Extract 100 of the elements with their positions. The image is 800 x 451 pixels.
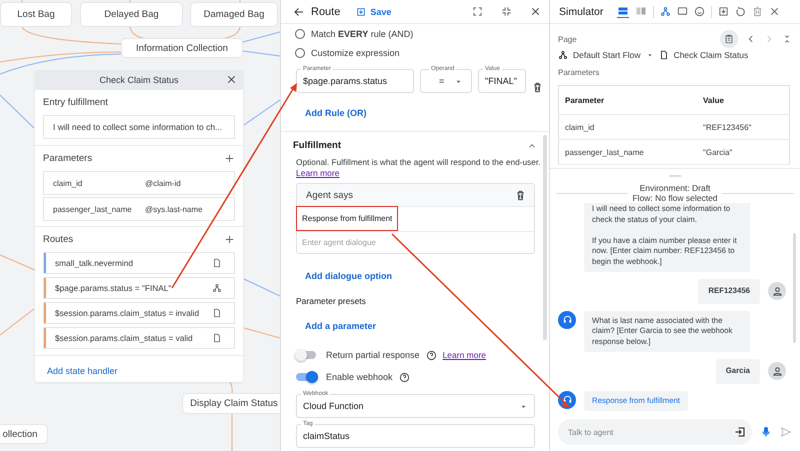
flow-icon xyxy=(558,50,568,60)
close-icon[interactable] xyxy=(530,6,541,17)
flow-icon xyxy=(212,283,222,293)
add-icon[interactable] xyxy=(224,153,235,164)
connector-line xyxy=(0,94,34,128)
layout-icon[interactable] xyxy=(617,5,630,18)
flow-node[interactable]: Information Collection xyxy=(121,38,243,58)
route-item[interactable]: small_talk.nevermind xyxy=(43,252,235,274)
section-heading: Parameter presets xyxy=(295,295,367,306)
connector-line xyxy=(244,278,280,296)
environment-text: Flow: No flow selected xyxy=(632,193,718,203)
connector-line xyxy=(244,328,280,338)
section-heading: Parameters xyxy=(43,153,92,164)
description-text: Optional. Fulfillment is what the agent will respond to the end-user. Learn more xyxy=(295,156,542,179)
page-icon xyxy=(658,50,669,60)
learn-more-link[interactable]: Learn more xyxy=(296,168,340,179)
panel-title: Route xyxy=(311,6,340,18)
add-icon[interactable] xyxy=(224,234,235,245)
toggle-label: Return partial response xyxy=(326,350,420,360)
connector-line xyxy=(242,50,280,56)
connector-line xyxy=(0,308,34,336)
toggle-switch[interactable] xyxy=(296,373,316,381)
headset-icon xyxy=(562,314,572,325)
clipboard-icon xyxy=(724,34,734,44)
page-icon xyxy=(212,333,222,343)
add-state-handler-link[interactable]: Add state handler xyxy=(35,356,130,386)
help-icon[interactable] xyxy=(426,350,437,360)
radio-button[interactable] xyxy=(295,28,305,38)
submit-icon xyxy=(734,426,746,438)
connector-line xyxy=(242,32,280,42)
table-cell: "REF123456" xyxy=(697,114,790,140)
flow-node[interactable]: Lost Bag xyxy=(0,2,72,27)
delete-icon[interactable] xyxy=(515,190,526,200)
flow-node[interactable]: Delayed Bag xyxy=(80,2,183,27)
connector-line xyxy=(244,100,280,126)
connector-line xyxy=(0,254,36,270)
close-icon[interactable] xyxy=(769,6,780,17)
route-item[interactable]: $session.params.claim_status = valid xyxy=(43,327,235,349)
toggle-switch[interactable] xyxy=(296,351,316,359)
microphone-icon[interactable] xyxy=(760,426,772,438)
page-icon xyxy=(212,258,222,268)
scrollbar[interactable] xyxy=(543,135,547,340)
parameter-row[interactable]: passenger_last_name @sys.last-name xyxy=(43,197,235,221)
resize-handle[interactable] xyxy=(669,175,681,177)
person-icon xyxy=(772,366,782,377)
page-label: Page xyxy=(558,34,577,44)
route-item[interactable]: $page.params.status = "FINAL" xyxy=(43,277,235,299)
parameter-entity: @sys.last-name xyxy=(145,204,202,214)
fullscreen-icon[interactable] xyxy=(472,6,483,17)
flow-node[interactable]: Damaged Bag xyxy=(190,2,278,27)
flow-node[interactable]: ollection xyxy=(0,424,48,444)
save-button[interactable]: Save xyxy=(356,6,392,16)
parameter-row[interactable]: claim_id @claim-id xyxy=(43,171,235,195)
radio-button[interactable] xyxy=(295,48,305,58)
option-label: Match EVERY rule (AND) xyxy=(311,28,414,38)
card-title: Agent says xyxy=(306,190,353,200)
help-icon[interactable] xyxy=(398,372,410,382)
add-rule-link[interactable]: Add Rule (OR) xyxy=(305,108,366,118)
route-item[interactable]: $session.params.claim_status = invalid xyxy=(43,302,235,324)
column-header: Parameter xyxy=(558,86,698,114)
section-heading: Routes xyxy=(43,234,74,245)
parameter-name: passenger_last_name xyxy=(53,204,133,214)
add-dialogue-link[interactable]: Add dialogue option xyxy=(305,271,392,281)
table-cell: "Garcia" xyxy=(697,140,790,164)
back-icon[interactable] xyxy=(293,6,305,18)
entry-fulfillment-item[interactable]: I will need to collect some information to ch... xyxy=(43,115,235,139)
delete-icon[interactable] xyxy=(532,82,543,93)
clipboard-button[interactable] xyxy=(720,30,738,48)
exit-fullscreen-icon[interactable] xyxy=(501,6,512,17)
download-icon[interactable] xyxy=(718,6,730,17)
section-heading: Fulfillment xyxy=(293,140,342,151)
scrollbar[interactable] xyxy=(793,233,796,343)
page-name[interactable]: Check Claim Status xyxy=(674,50,748,60)
column-header: Value xyxy=(697,86,790,114)
collapse-icon[interactable] xyxy=(782,34,792,44)
reset-icon[interactable] xyxy=(735,6,746,17)
close-icon[interactable] xyxy=(226,74,237,85)
parameter-entity: @claim-id xyxy=(145,178,181,188)
connector-line xyxy=(130,26,144,38)
environment-text: Environment: Draft xyxy=(638,183,712,193)
table-cell: passenger_last_name xyxy=(558,140,698,164)
learn-more-link[interactable]: Learn more xyxy=(442,350,486,360)
option-label: Customize expression xyxy=(311,48,400,58)
chat-icon[interactable] xyxy=(677,6,688,17)
network-icon[interactable] xyxy=(660,6,672,17)
panel-title: Simulator xyxy=(559,6,604,18)
smiley-icon[interactable] xyxy=(694,6,706,17)
connector-line xyxy=(224,26,240,38)
flow-node[interactable]: Display Claim Status xyxy=(182,393,280,414)
flow-name[interactable]: Default Start Flow xyxy=(573,50,641,60)
page-icon xyxy=(212,308,222,318)
section-heading: Entry fulfillment xyxy=(43,97,108,108)
person-icon xyxy=(772,286,782,297)
table-cell: claim_id xyxy=(558,114,698,140)
response-text[interactable]: Response from fulfillment xyxy=(296,206,398,231)
headset-icon xyxy=(562,394,572,405)
connector-line xyxy=(230,382,233,394)
toggle-label: Enable webhook xyxy=(326,372,393,382)
add-parameter-link[interactable]: Add a parameter xyxy=(305,321,376,331)
section-heading: Parameters xyxy=(558,68,600,77)
